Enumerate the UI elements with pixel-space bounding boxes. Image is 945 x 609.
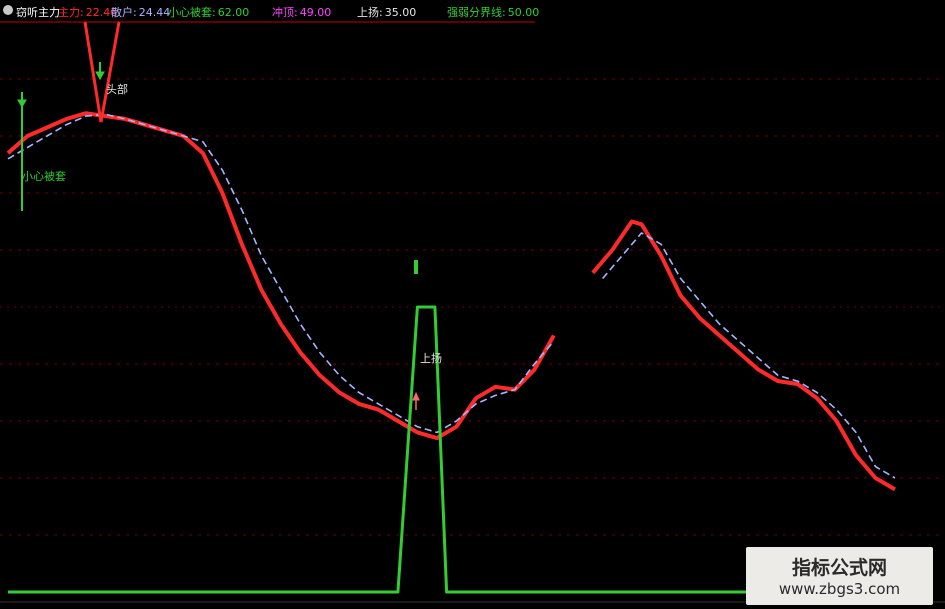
annotation-0: 头部 xyxy=(106,82,128,96)
chart-plot: 头部小心被套上扬 xyxy=(0,21,945,603)
top-arrow-head xyxy=(95,71,105,81)
series-line-0-seg-1 xyxy=(591,219,897,492)
series-layer xyxy=(6,111,897,594)
series-line-0-seg-0 xyxy=(6,111,556,441)
series-line-2-seg-0 xyxy=(8,305,759,594)
series-line-1-seg-0 xyxy=(7,113,555,434)
series-line-1-seg-1 xyxy=(601,232,896,479)
watermark-title: 指标公式网 xyxy=(791,557,887,579)
annotation-1: 小心被套 xyxy=(22,170,66,183)
watermark-url: www.zbgs3.com xyxy=(778,580,901,598)
rise-arrow-head xyxy=(412,391,420,401)
annotation-2: 上扬 xyxy=(420,351,442,365)
watermark: 指标公式网 www.zbgs3.com xyxy=(746,547,933,605)
marker-layer xyxy=(0,21,945,603)
grid-layer xyxy=(0,21,945,536)
warning-arrow-head xyxy=(17,99,27,109)
